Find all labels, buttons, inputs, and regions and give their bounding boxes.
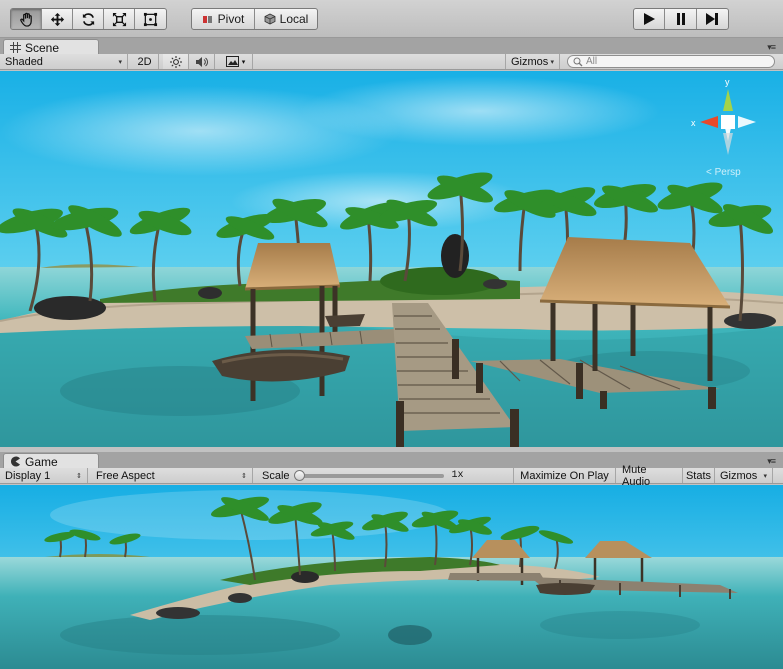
sun-icon <box>169 55 182 68</box>
dropdown-arrow-icon: ▾ <box>118 58 122 66</box>
dropdown-arrow-icon: ▾ <box>241 58 246 66</box>
scale-tool-icon <box>112 12 126 26</box>
display-value: Display 1 <box>5 469 51 482</box>
search-placeholder: All <box>586 56 598 67</box>
scene-viewport[interactable]: x y < Persp <box>0 71 783 447</box>
game-gizmos-label: Gizmos <box>720 469 758 482</box>
scale-tool-button[interactable] <box>104 9 135 29</box>
dropdown-arrow-icon: ▾ <box>763 472 767 480</box>
step-icon <box>706 13 719 25</box>
stats-toggle[interactable]: Stats <box>683 468 715 483</box>
aspect-value: Free Aspect <box>96 469 155 482</box>
game-control-bar: Display 1 ⇕ Free Aspect ⇕ Scale 1x Maxim… <box>0 464 783 488</box>
scale-slider[interactable] <box>293 469 444 481</box>
rotate-tool-icon <box>82 12 94 26</box>
scene-search-input[interactable]: All <box>567 55 775 68</box>
grid-icon <box>10 42 21 53</box>
dropdown-arrow-icon: ⇕ <box>76 472 82 480</box>
pivot-label: Pivot <box>217 12 245 26</box>
mute-audio-toggle[interactable]: Mute Audio <box>616 464 683 488</box>
scale-slider-thumb[interactable] <box>293 469 305 481</box>
mute-label: Mute Audio <box>622 463 651 488</box>
persp-label[interactable]: < Persp <box>706 167 741 178</box>
main-toolbar: Pivot Local <box>0 0 783 38</box>
play-button[interactable] <box>634 9 666 29</box>
panel-menu-icon[interactable]: ▾≡ <box>767 456 776 467</box>
play-icon <box>644 13 656 25</box>
pacman-icon <box>11 456 20 467</box>
game-gizmos-dropdown[interactable]: Gizmos ▾ <box>715 468 773 483</box>
dropdown-arrow-icon: ⇕ <box>241 472 247 480</box>
panel-menu-icon[interactable]: ▾≡ <box>767 42 776 53</box>
stats-label: Stats <box>685 469 712 482</box>
game-tab-label: Game <box>25 454 58 469</box>
scale-control: Scale 1x <box>256 468 514 483</box>
hand-tool-button[interactable] <box>11 9 42 29</box>
rotate-tool-button[interactable] <box>73 9 104 29</box>
playback-controls <box>633 8 729 30</box>
transform-tools <box>10 8 167 30</box>
scene-render: x y < Persp <box>0 71 783 447</box>
pivot-icon <box>202 16 212 23</box>
scene-tabbar: Scene ▾≡ <box>0 38 783 55</box>
lighting-toggle[interactable] <box>163 54 189 69</box>
scene-gizmos-dropdown[interactable]: Gizmos ▾ <box>505 54 560 69</box>
mode-2d-label: 2D <box>137 55 152 68</box>
game-render <box>0 485 783 669</box>
pivot-local-toggles: Pivot Local <box>191 8 318 30</box>
hand-tool-icon <box>19 12 32 27</box>
scene-control-bar: Shaded ▾ 2D ▾ Gizmos ▾ All <box>0 54 783 70</box>
maximize-on-play-toggle[interactable]: Maximize On Play <box>514 468 616 483</box>
aspect-dropdown[interactable]: Free Aspect ⇕ <box>91 468 253 483</box>
move-tool-button[interactable] <box>42 9 73 29</box>
shading-mode-dropdown[interactable]: Shaded ▾ <box>0 54 128 69</box>
move-tool-icon <box>50 12 64 26</box>
scale-value: 1x <box>451 470 464 481</box>
local-button[interactable]: Local <box>255 9 317 29</box>
mode-2d-toggle[interactable]: 2D <box>131 54 159 69</box>
step-button[interactable] <box>697 9 728 29</box>
rect-tool-button[interactable] <box>135 9 166 29</box>
audio-toggle[interactable] <box>189 54 215 69</box>
rect-tool-icon <box>143 12 158 26</box>
pivot-button[interactable]: Pivot <box>192 9 255 29</box>
local-label: Local <box>279 12 309 26</box>
cube-icon <box>264 13 276 25</box>
gizmo-y-label: y <box>725 77 730 87</box>
effects-dropdown[interactable]: ▾ <box>219 54 253 69</box>
tab-game[interactable]: Game <box>3 453 99 469</box>
pause-button[interactable] <box>665 9 697 29</box>
gizmo-x-label: x <box>691 118 696 128</box>
pause-icon <box>676 13 685 25</box>
scale-label: Scale <box>262 469 290 482</box>
game-viewport[interactable] <box>0 485 783 669</box>
image-icon <box>225 56 239 67</box>
maximize-label: Maximize On Play <box>520 469 609 482</box>
scene-tab-label: Scene <box>25 40 60 55</box>
shading-mode-value: Shaded <box>5 55 43 68</box>
scene-gizmos-label: Gizmos <box>511 55 549 68</box>
dropdown-arrow-icon: ▾ <box>550 58 554 66</box>
display-dropdown[interactable]: Display 1 ⇕ <box>0 468 88 483</box>
tab-scene[interactable]: Scene <box>3 39 99 55</box>
speaker-icon <box>196 56 208 67</box>
search-icon <box>573 57 583 66</box>
